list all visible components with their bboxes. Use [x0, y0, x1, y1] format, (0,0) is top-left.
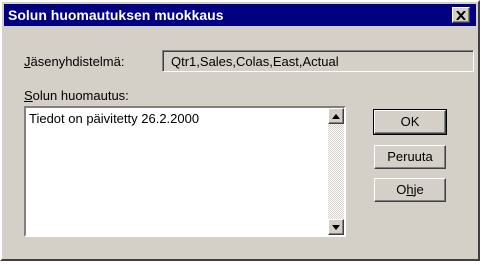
- close-button[interactable]: [452, 7, 470, 23]
- ok-button[interactable]: OK: [373, 109, 447, 135]
- cell-note-textarea[interactable]: Tiedot on päivitetty 26.2.2000: [24, 106, 346, 237]
- cell-note-label: Solun huomautus:: [24, 88, 129, 103]
- member-combination-label: Jäsenyhdistelmä:: [24, 54, 125, 69]
- scroll-down-button[interactable]: [328, 219, 344, 235]
- cell-note-text: Tiedot on päivitetty 26.2.2000: [29, 111, 200, 126]
- member-combination-value: Qtr1,Sales,Colas,East,Actual: [171, 54, 339, 69]
- cell-note-dialog: Solun huomautuksen muokkaus Jäsenyhdiste…: [0, 0, 480, 261]
- window-title: Solun huomautuksen muokkaus: [8, 7, 224, 23]
- scroll-up-button[interactable]: [328, 108, 344, 124]
- close-icon: [456, 10, 466, 20]
- cancel-button[interactable]: Peruuta: [374, 145, 446, 169]
- help-button[interactable]: Ohje: [374, 178, 446, 202]
- title-bar[interactable]: Solun huomautuksen muokkaus: [4, 4, 476, 26]
- arrow-up-icon: [332, 113, 340, 119]
- member-combination-field: Qtr1,Sales,Colas,East,Actual: [162, 50, 474, 72]
- arrow-down-icon: [332, 224, 340, 230]
- vertical-scrollbar[interactable]: [328, 108, 344, 235]
